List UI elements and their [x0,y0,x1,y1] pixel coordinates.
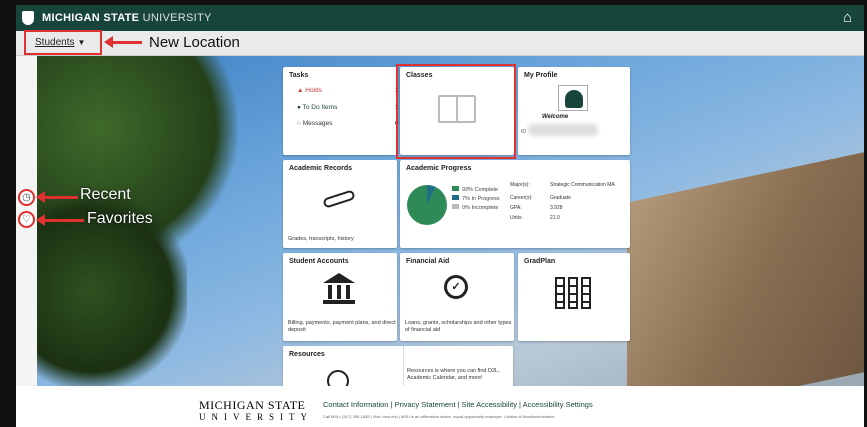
university-name-suffix: UNIVERSITY [142,12,212,24]
binders-icon [555,277,593,309]
footer-links[interactable]: Contact Information | Privacy Statement … [323,400,593,409]
legend-in-progress: 7% In Progress [452,195,500,204]
career-key: Career(s): [510,195,533,201]
legend-incomplete-label: 0% Incomplete [462,205,499,211]
holds-label: Holds [305,87,322,94]
progress-legend: 93% Complete 7% In Progress 0% Incomplet… [452,186,500,213]
records-title: Academic Records [289,165,353,172]
gpa-key: GPA: [510,205,522,211]
annotation-favorites: Favorites [87,210,153,227]
financial-aid-tile[interactable]: Financial Aid ✓ Loans, grants, scholarsh… [400,253,514,341]
academic-progress-tile[interactable]: Academic Progress 93% Complete 7% In Pro… [400,160,630,248]
annotation-arrow [36,191,78,203]
gradplan-tile[interactable]: GradPlan [518,253,630,341]
gradplan-title: GradPlan [524,258,556,265]
gpa-row: GPA: 3.928 [510,205,618,215]
building [627,149,864,386]
annotation-arrow [36,214,84,226]
students-dropdown-label: Students [35,37,75,48]
award-ribbon-icon: ✓ [442,275,470,305]
student-accounts-tile[interactable]: Student Accounts Billing, payments, paym… [283,253,397,341]
career-value: Graduate [550,195,571,201]
tasks-tile[interactable]: Tasks ▲ Holds 1 ● To Do Items 1 ○ Messag… [283,67,399,155]
legend-swatch [452,204,459,209]
resources-divider [403,346,404,386]
classes-highlight [396,64,516,159]
progress-title: Academic Progress [406,165,472,172]
legend-swatch [452,186,459,191]
profile-title: My Profile [524,72,558,79]
redacted-id [528,124,598,136]
spartan-logo-icon [22,11,34,25]
top-navigation-bar: MICHIGAN STATE UNIVERSITY ⌂ [16,5,864,31]
legend-swatch [452,195,459,200]
spartan-helmet-icon [558,85,588,111]
career-row: Career(s): Graduate [510,195,618,205]
tasks-title: Tasks [289,72,309,79]
info-icon: ● [297,104,301,111]
caret-down-icon: ▼ [77,38,86,47]
home-icon[interactable]: ⌂ [843,9,852,26]
major-key: Major(s): [510,182,530,188]
messages-label: Messages [302,120,333,127]
bank-icon [323,273,355,305]
todo-label: To Do Items [302,104,338,111]
clock-icon[interactable]: ◷ [18,189,35,206]
records-caption: Grades, transcripts, history [288,236,354,242]
resources-caption: Resources is where you can find D2L, Aca… [407,368,500,381]
todo-item[interactable]: ● To Do Items 1 [297,104,399,111]
students-dropdown[interactable]: Students ▼ [24,30,102,55]
progress-pie-chart [407,185,447,225]
accounts-title: Student Accounts [289,258,349,265]
legend-in-progress-label: 7% In Progress [462,196,500,202]
heart-icon[interactable]: ♡ [18,211,35,228]
page-footer: MICHIGAN STATE UNIVERSITY Contact Inform… [16,386,864,427]
annotation-arrow [104,36,142,48]
footer-msu-wordmark: MICHIGAN STATE [199,398,306,412]
annotation-recent: Recent [80,186,131,203]
resources-tile[interactable]: Resources Resources is where you can fin… [283,346,513,392]
academic-records-tile[interactable]: Academic Records Grades, transcripts, hi… [283,160,397,248]
footer-msu-subwordmark: UNIVERSITY [199,412,313,422]
legend-incomplete: 0% Incomplete [452,204,500,213]
annotation-new-location: New Location [149,34,240,51]
holds-item[interactable]: ▲ Holds 1 [297,87,399,94]
aid-caption: Loans, grants, scholarships and other ty… [405,320,512,333]
profile-welcome: Welcome [542,114,569,120]
footer-fine-print: Call MSU: (517) 355-1855 | Visit: msu.ed… [323,414,555,419]
navigation-subbar: ‹› [16,31,864,81]
messages-item[interactable]: ○ Messages 0 [297,120,399,127]
units-value: 21.0 [550,215,560,221]
profile-id-label: ID [521,129,526,135]
app-window: MICHIGAN STATE UNIVERSITY ⌂ ‹› Students▼… [0,0,867,427]
progress-details: Major(s): Strategic Communication MA Care… [510,182,618,225]
warning-icon: ▲ [297,87,304,94]
aid-title: Financial Aid [406,258,450,265]
resources-title: Resources [289,351,325,358]
legend-complete-label: 93% Complete [462,187,499,193]
diploma-icon [319,186,359,212]
university-title: MICHIGAN STATE UNIVERSITY [42,12,212,24]
major-value: Strategic Communication MA [550,182,615,188]
accounts-caption: Billing, payments, payment plans, and di… [288,320,396,333]
speech-bubble-icon: ○ [297,120,301,127]
units-row: Units: 21.0 [510,215,618,225]
university-name: MICHIGAN STATE [42,12,140,24]
major-row: Major(s): Strategic Communication MA [510,182,618,195]
legend-complete: 93% Complete [452,186,500,195]
my-profile-tile[interactable]: My Profile Welcome ID [518,67,630,155]
units-key: Units: [510,215,523,221]
gpa-value: 3.928 [550,205,563,211]
